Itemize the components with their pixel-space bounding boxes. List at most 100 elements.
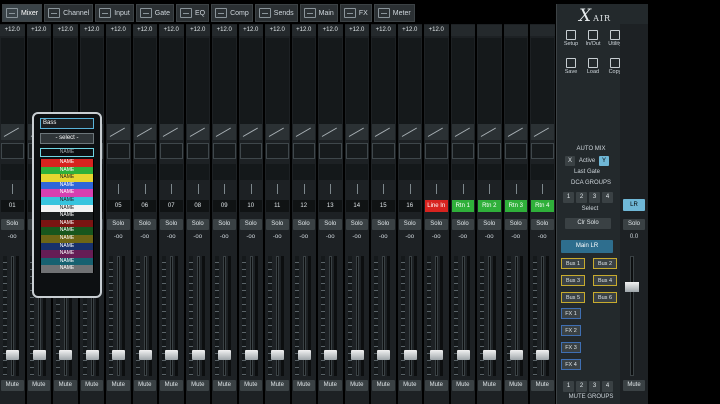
pan-indicator[interactable] [277,184,279,194]
fader-knob[interactable] [324,350,337,360]
fader-knob[interactable] [138,350,152,360]
eq-display[interactable] [319,38,342,126]
eq-display[interactable] [186,38,209,126]
color-option[interactable]: NAME [40,204,94,213]
gain-knob[interactable]: +12.0 [318,25,343,36]
solo-button[interactable]: Solo [160,219,183,230]
mute-button[interactable]: Mute [319,380,342,391]
gain-knob[interactable]: +12.0 [185,25,210,36]
eq-display[interactable] [107,38,130,126]
mute-button[interactable]: Mute [239,380,262,391]
gain-knob[interactable] [477,25,502,36]
comp-display[interactable] [451,143,474,159]
solo-button[interactable]: Solo [186,219,209,230]
bus-send-6[interactable]: Bus 6 [593,292,617,303]
gain-knob[interactable]: +12.0 [79,25,104,36]
eq-display[interactable] [345,38,368,126]
gate-display[interactable] [107,124,130,140]
comp-display[interactable] [478,143,501,159]
eq-display[interactable] [425,38,448,126]
utility-in-out-button[interactable]: In/Out [583,30,603,47]
gate-display[interactable] [239,124,262,140]
fx-send-2[interactable]: FX 2 [561,325,581,336]
fader-knob[interactable] [6,350,19,360]
solo-button[interactable]: Solo [107,219,130,230]
mute-button[interactable]: Mute [478,380,501,391]
channel-name[interactable]: 16 [398,200,421,212]
gain-knob[interactable]: +12.0 [159,25,184,36]
auto-mix-y-button[interactable]: Y [599,156,609,166]
lr-solo-button[interactable]: Solo [623,219,645,230]
fader-knob[interactable] [483,350,496,360]
pan-indicator[interactable] [303,184,305,194]
color-option[interactable]: NAME [40,265,94,273]
gain-knob[interactable]: +12.0 [397,25,422,36]
gain-knob[interactable]: +12.0 [238,25,263,36]
color-option[interactable]: NAME [40,257,94,266]
tab-input[interactable]: Input [95,4,134,22]
eq-display[interactable] [160,38,183,126]
comp-display[interactable] [160,143,183,159]
comp-display[interactable] [133,143,156,159]
fx-send-3[interactable]: FX 3 [561,342,581,353]
fader-knob[interactable] [59,350,72,360]
eq-display[interactable] [372,38,395,126]
comp-display[interactable] [504,143,527,159]
main-lr-button[interactable]: Main LR [561,240,613,253]
eq-display[interactable] [531,38,554,126]
fader-knob[interactable] [377,350,390,360]
fader-knob[interactable] [165,350,178,360]
tab-sends[interactable]: Sends [254,4,298,22]
mute-group-button-2[interactable]: 2 [576,381,587,392]
mute-button[interactable]: Mute [186,380,209,391]
eq-display[interactable] [292,38,315,126]
utility-save-button[interactable]: Save [561,58,581,75]
fader-knob[interactable] [218,350,231,360]
comp-display[interactable] [531,143,554,159]
gate-display[interactable] [1,124,24,140]
mute-button[interactable]: Mute [372,380,395,391]
color-option[interactable]: NAME [40,196,94,205]
mute-button[interactable]: Mute [504,380,527,391]
gate-display[interactable] [266,124,289,140]
gate-display[interactable] [345,124,368,140]
comp-display[interactable] [213,143,236,159]
comp-display[interactable] [186,143,209,159]
eq-display[interactable] [213,38,236,126]
pan-indicator[interactable] [542,184,544,194]
channel-name[interactable]: 11 [266,200,289,212]
solo-button[interactable]: Solo [372,219,395,230]
lr-fader-knob[interactable] [625,282,639,292]
channel-name[interactable]: 08 [186,200,209,212]
comp-display[interactable] [239,143,262,159]
pan-indicator[interactable] [197,184,199,194]
channel-name[interactable]: 13 [319,200,342,212]
eq-display[interactable] [266,38,289,126]
gain-knob[interactable]: +12.0 [106,25,131,36]
pan-indicator[interactable] [462,184,464,194]
solo-button[interactable]: Solo [319,219,342,230]
gate-display[interactable] [398,124,421,140]
tab-comp[interactable]: Comp [211,4,253,22]
channel-name[interactable]: 12 [292,200,315,212]
channel-name[interactable]: 14 [345,200,368,212]
color-option[interactable]: NAME [40,189,94,197]
tab-gate[interactable]: Gate [135,4,174,22]
pan-indicator[interactable] [330,184,332,194]
tab-channel[interactable]: Channel [44,4,94,22]
fader-knob[interactable] [32,350,46,360]
gain-knob[interactable]: +12.0 [424,25,449,36]
color-option[interactable]: NAME [40,227,94,235]
pan-indicator[interactable] [12,184,14,194]
fx-send-4[interactable]: FX 4 [561,359,581,370]
pan-indicator[interactable] [515,184,517,194]
mute-button[interactable]: Mute [80,380,103,391]
tab-fx[interactable]: FX [339,4,372,22]
gate-display[interactable] [372,124,395,140]
solo-button[interactable]: Solo [266,219,289,230]
gate-display[interactable] [319,124,342,140]
fader-knob[interactable] [509,350,523,360]
color-option[interactable]: NAME [40,174,94,182]
eq-display[interactable] [504,38,527,126]
dca-button-2[interactable]: 2 [576,192,587,203]
